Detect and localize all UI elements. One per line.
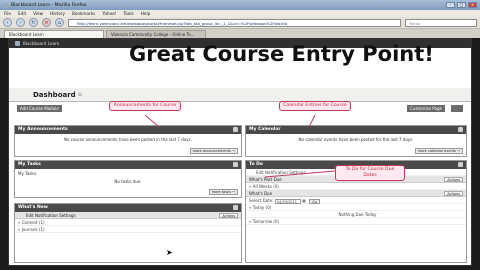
menu-bar: File Edit View History Bookmarks Yahoo! … xyxy=(0,10,480,17)
mouse-cursor-icon: ➤ xyxy=(166,248,173,257)
menu-tools[interactable]: Tools xyxy=(123,11,133,16)
back-icon[interactable]: ‹ xyxy=(3,18,12,27)
menu-yahoo[interactable]: Yahoo! xyxy=(102,11,116,16)
navigation-toolbar: ‹ › ↻ × ⌂ http://learn.valenciacc.edu/we… xyxy=(0,17,480,29)
page-content: Blackboard Learn Great Course Entry Poin… xyxy=(8,38,472,266)
menu-history[interactable]: History xyxy=(50,11,65,16)
address-bar[interactable]: http://learn.valenciacc.edu/webapps/port… xyxy=(68,18,401,27)
tab-blackboard[interactable]: Blackboard Learn xyxy=(4,30,104,38)
menu-bookmarks[interactable]: Bookmarks xyxy=(72,11,95,16)
menu-view[interactable]: View xyxy=(33,11,43,16)
firefox-icon xyxy=(3,2,8,8)
minimize-button[interactable]: – xyxy=(446,2,455,8)
callout-arrows xyxy=(144,114,336,178)
window-titlebar: Blackboard Learn - Mozilla Firefox – □ × xyxy=(0,0,480,10)
stop-icon[interactable]: × xyxy=(42,18,51,27)
menu-edit[interactable]: Edit xyxy=(18,11,26,16)
maximize-button[interactable]: □ xyxy=(457,2,466,8)
home-icon[interactable]: ⌂ xyxy=(55,18,64,27)
menu-help[interactable]: Help xyxy=(141,11,151,16)
menu-file[interactable]: File xyxy=(4,11,11,16)
tab-strip: Blackboard Learn Valencia Community Coll… xyxy=(0,29,480,38)
search-input[interactable]: Yahoo xyxy=(405,18,477,27)
close-window-button[interactable]: × xyxy=(468,2,477,8)
reload-icon[interactable]: ↻ xyxy=(29,18,38,27)
tab-valencia[interactable]: Valencia Community College - Online To..… xyxy=(106,30,206,38)
forward-icon[interactable]: › xyxy=(16,18,25,27)
window-title: Blackboard Learn - Mozilla Firefox xyxy=(11,2,87,8)
